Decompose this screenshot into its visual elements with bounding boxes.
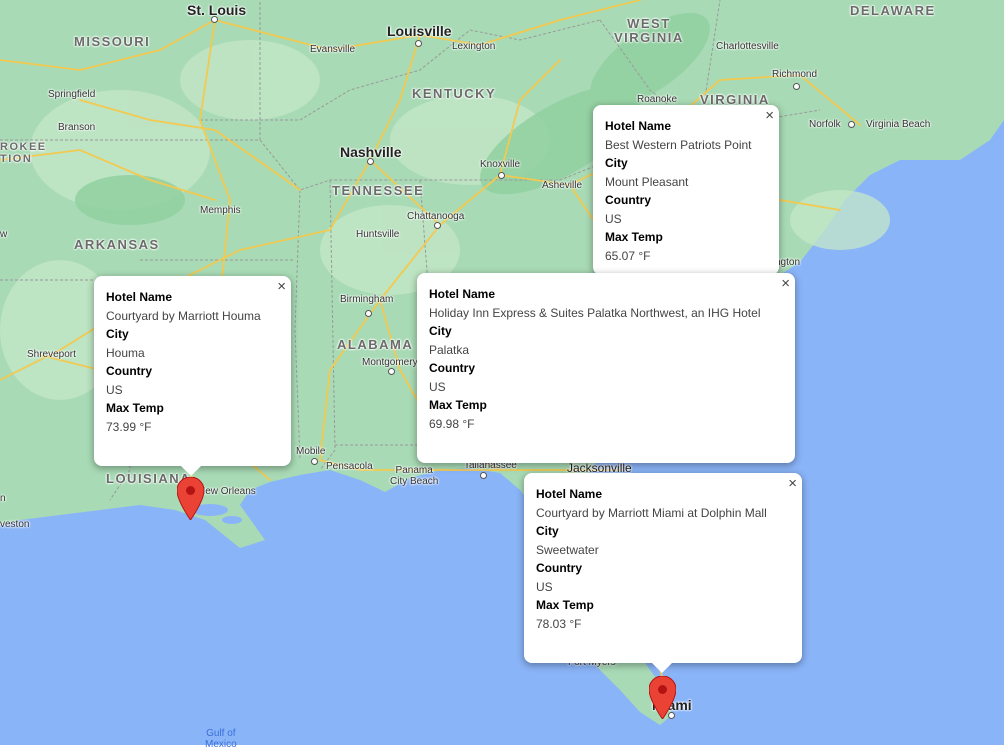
city-dot xyxy=(434,222,441,229)
info-window-tail xyxy=(181,466,201,476)
info-window-houma: × Hotel Name Courtyard by Marriott Houma… xyxy=(94,276,291,466)
max-temp-label: Max Temp xyxy=(429,398,487,412)
info-window-mount-pleasant: × Hotel Name Best Western Patriots Point… xyxy=(593,105,779,275)
max-temp-label: Max Temp xyxy=(605,230,663,244)
city-label-branson: Branson xyxy=(58,122,96,133)
hotel-name-value: Holiday Inn Express & Suites Palatka Nor… xyxy=(429,305,761,320)
city-dot xyxy=(480,472,487,479)
country-label: Country xyxy=(605,193,651,207)
city-label-charlottesville: Charlottesville xyxy=(716,41,779,52)
city-label-galveston-partial: veston xyxy=(0,519,30,530)
country-value: US xyxy=(605,211,622,226)
city-dot xyxy=(415,40,422,47)
water-label-gulf-of-mexico: Gulf of Mexico xyxy=(205,728,237,750)
city-dot xyxy=(211,16,218,23)
city-label: City xyxy=(536,524,559,538)
hotel-name-label: Hotel Name xyxy=(605,119,672,133)
city-label-asheville: Asheville xyxy=(542,180,583,191)
map-marker-miami[interactable] xyxy=(649,676,676,719)
info-window-palatka: × Hotel Name Holiday Inn Express & Suite… xyxy=(417,273,795,463)
state-label-west-virginia: WEST VIRGINIA xyxy=(614,16,684,45)
city-label-huntsville: Huntsville xyxy=(356,229,400,240)
city-dot xyxy=(365,310,372,317)
hotel-name-value: Best Western Patriots Point xyxy=(605,137,752,152)
hotel-name-label: Hotel Name xyxy=(536,487,603,501)
max-temp-label: Max Temp xyxy=(536,598,594,612)
country-label: Country xyxy=(106,364,152,378)
hotel-name-value: Courtyard by Marriott Houma xyxy=(106,308,261,323)
city-value: Sweetwater xyxy=(536,542,599,557)
city-value: Houma xyxy=(106,345,145,360)
country-label: Country xyxy=(429,361,475,375)
city-label-houston-partial: n xyxy=(0,493,6,504)
city-label-springfield: Springfield xyxy=(48,89,96,100)
state-label-missouri: MISSOURI xyxy=(74,34,151,49)
city-dot xyxy=(367,158,374,165)
info-window-sweetwater: × Hotel Name Courtyard by Marriott Miami… xyxy=(524,473,802,663)
country-value: US xyxy=(536,579,553,594)
city-dot xyxy=(498,172,505,179)
city-dot xyxy=(793,83,800,90)
city-dot xyxy=(311,458,318,465)
state-label-cherokee-nation: ROKEE TION xyxy=(0,141,47,165)
max-temp-value: 65.07 °F xyxy=(605,248,651,263)
city-label-st-louis: St. Louis xyxy=(187,2,247,18)
city-dot xyxy=(388,368,395,375)
city-label: City xyxy=(106,327,129,341)
city-label-virginia-beach: Virginia Beach xyxy=(866,119,931,130)
city-label-knoxville: Knoxville xyxy=(480,159,521,170)
city-label-chattanooga: Chattanooga xyxy=(407,211,465,222)
city-label-roanoke: Roanoke xyxy=(637,94,678,105)
close-icon[interactable]: × xyxy=(277,279,286,294)
city-label-norfolk: Norfolk xyxy=(809,119,841,130)
state-label-kentucky: KENTUCKY xyxy=(412,86,497,101)
city-label-pensacola: Pensacola xyxy=(326,461,373,472)
max-temp-value: 69.98 °F xyxy=(429,416,475,431)
city-label-lexington: Lexington xyxy=(452,41,496,52)
city-label-birmingham: Birmingham xyxy=(340,294,394,305)
close-icon[interactable]: × xyxy=(765,108,774,123)
country-value: US xyxy=(106,382,123,397)
city-label-richmond: Richmond xyxy=(772,69,818,80)
city-label-shreveport: Shreveport xyxy=(27,349,76,360)
city-label-louisville: Louisville xyxy=(387,23,452,39)
city-label-evansville: Evansville xyxy=(310,44,356,55)
state-label-alabama: ALABAMA xyxy=(337,337,414,352)
close-icon[interactable]: × xyxy=(788,476,797,491)
info-window-tail xyxy=(652,663,672,673)
close-icon[interactable]: × xyxy=(781,276,790,291)
city-label: City xyxy=(429,324,452,338)
country-value: US xyxy=(429,379,446,394)
hotel-name-label: Hotel Name xyxy=(429,287,496,301)
state-label-arkansas: ARKANSAS xyxy=(74,237,160,252)
city-value: Palatka xyxy=(429,342,470,357)
city-label-mobile: Mobile xyxy=(296,446,326,457)
max-temp-value: 78.03 °F xyxy=(536,616,582,631)
hotel-name-label: Hotel Name xyxy=(106,290,173,304)
city-label-montgomery: Montgomery xyxy=(362,357,418,368)
city-label-panama-city-beach: Panama City Beach xyxy=(390,465,439,487)
city-label-nashville: Nashville xyxy=(340,144,402,160)
map-marker-houma[interactable] xyxy=(177,477,204,520)
city-label-partial-w: w xyxy=(0,229,8,240)
state-label-tennessee: TENNESSEE xyxy=(332,183,425,198)
city-value: Mount Pleasant xyxy=(605,174,689,189)
city-label-new-orleans: New Orleans xyxy=(198,486,256,497)
country-label: Country xyxy=(536,561,582,575)
hotel-name-value: Courtyard by Marriott Miami at Dolphin M… xyxy=(536,505,767,520)
max-temp-value: 73.99 °F xyxy=(106,419,152,434)
city-label: City xyxy=(605,156,628,170)
state-label-delaware: DELAWARE xyxy=(850,3,936,18)
max-temp-label: Max Temp xyxy=(106,401,164,415)
city-label-memphis: Memphis xyxy=(200,205,241,216)
city-dot xyxy=(848,121,855,128)
